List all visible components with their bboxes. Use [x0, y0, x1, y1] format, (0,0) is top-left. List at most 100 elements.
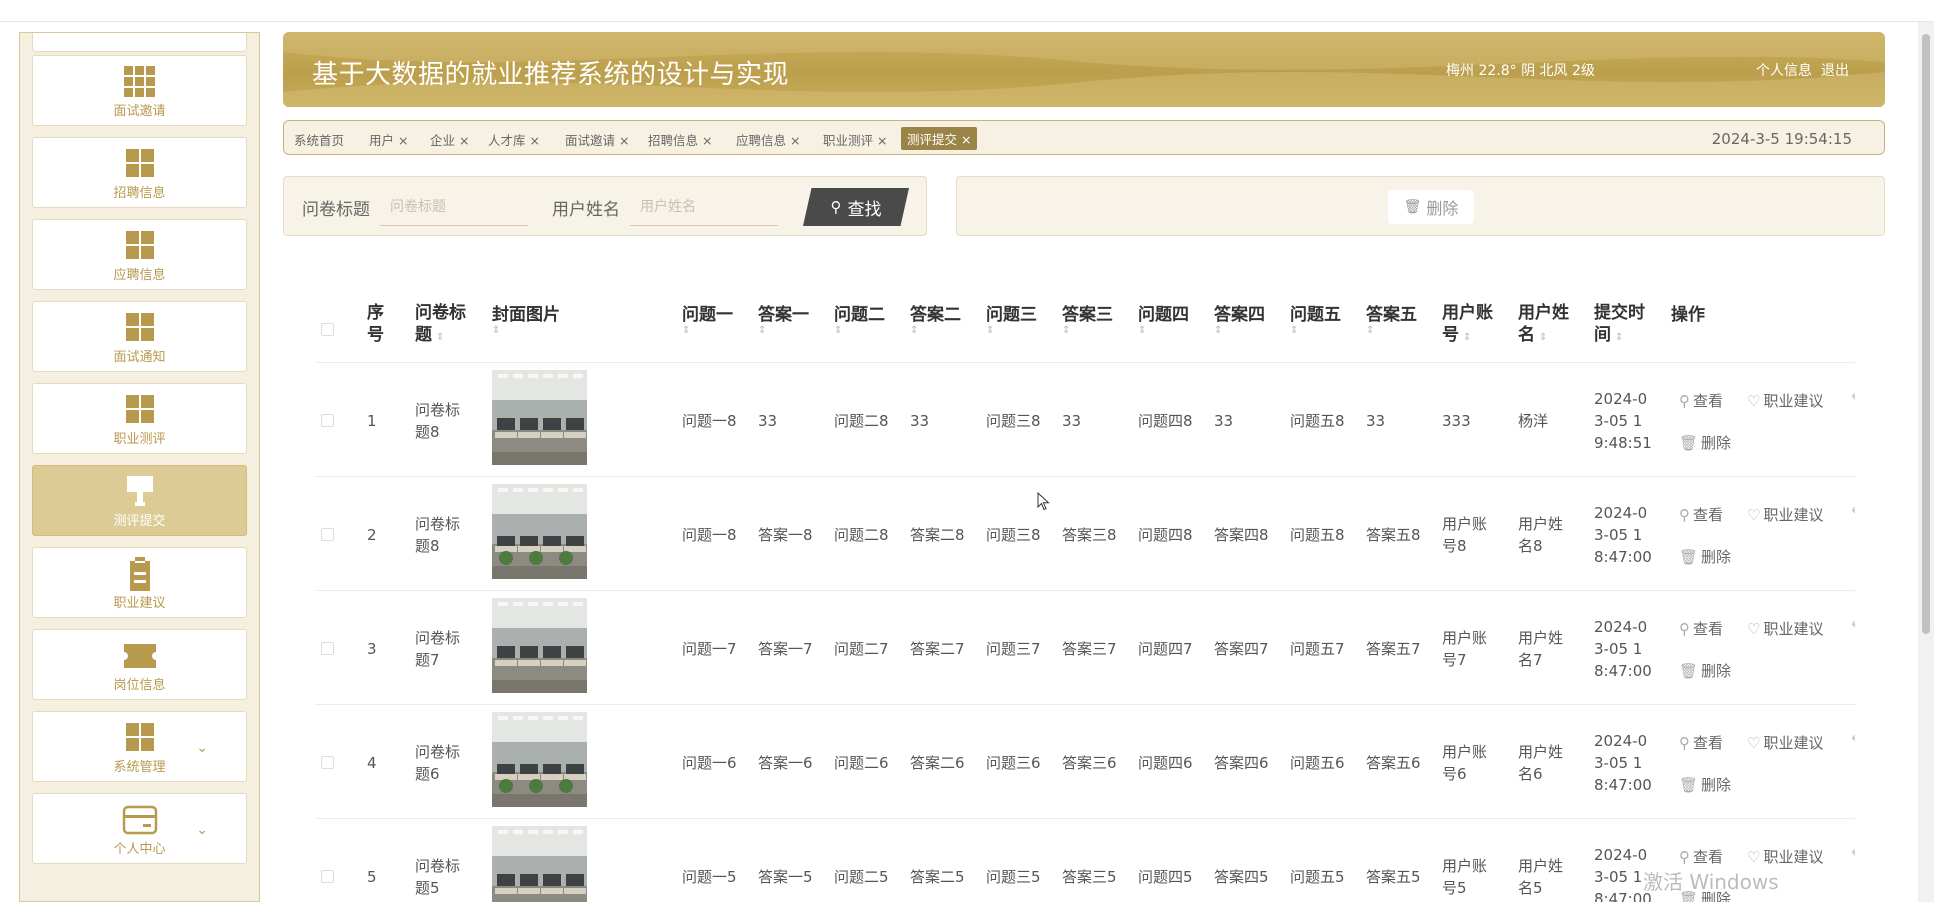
view-button[interactable]: ⚲ 查看: [1679, 732, 1723, 753]
sort-icon[interactable]: ⇕: [436, 333, 444, 343]
batch-delete-button[interactable]: 🗑 删除: [1388, 190, 1474, 224]
col-header-name[interactable]: 用户姓名 ⇕: [1518, 302, 1569, 346]
col-header-a5[interactable]: 答案五 ⇕: [1366, 304, 1417, 336]
sort-icon[interactable]: ⇕: [682, 326, 733, 336]
sort-icon[interactable]: ⇕: [834, 326, 885, 336]
col-header-q2[interactable]: 问题二 ⇕: [834, 304, 885, 336]
title-search-input[interactable]: [380, 188, 528, 226]
more-action-icon[interactable]: ✎: [1851, 732, 1855, 750]
table-row: 1 问卷标 题8 问题一8 33 问题二8 33 问题三8 33 问题四8 33 问题五8 33 333 杨…: [315, 364, 1855, 477]
tab-7[interactable]: 应聘信息 ×: [736, 130, 800, 149]
col-header-q1[interactable]: 问题一 ⇕: [682, 304, 733, 336]
col-header-q3[interactable]: 问题三 ⇕: [986, 304, 1037, 336]
sidebar-item-partial[interactable]: [32, 33, 247, 52]
sort-icon[interactable]: ⇕: [1062, 326, 1113, 336]
sort-icon[interactable]: ⇕: [492, 326, 560, 336]
col-header-a2[interactable]: 答案二 ⇕: [910, 304, 961, 336]
more-action-icon[interactable]: ✎: [1851, 846, 1855, 864]
col-header-a4[interactable]: 答案四 ⇕: [1214, 304, 1265, 336]
career-advice-button[interactable]: ♡ 职业建议: [1747, 618, 1823, 639]
col-header-q4[interactable]: 问题四 ⇕: [1138, 304, 1189, 336]
sidebar-item-7[interactable]: 职业建议: [32, 547, 247, 618]
sidebar-item-4[interactable]: 面试通知: [32, 301, 247, 372]
tab-4[interactable]: 人才库 ×: [488, 130, 540, 149]
view-label: 查看: [1693, 734, 1724, 752]
career-advice-button[interactable]: ♡ 职业建议: [1747, 846, 1823, 867]
tab-5[interactable]: 面试邀请 ×: [565, 130, 629, 149]
cell-q3: 问题三6: [986, 754, 1041, 772]
search-button[interactable]: ⚲ 查找: [803, 188, 909, 226]
row-checkbox[interactable]: [321, 528, 334, 541]
row-checkbox[interactable]: [321, 642, 334, 655]
sidebar-item-8[interactable]: 岗位信息: [32, 629, 247, 700]
col-header-q5[interactable]: 问题五 ⇕: [1290, 304, 1341, 336]
mouse-cursor-icon: [1037, 492, 1050, 511]
sort-icon[interactable]: ⇕: [1214, 326, 1265, 336]
view-button[interactable]: ⚲ 查看: [1679, 846, 1723, 867]
cell-account: 用户账 号6: [1442, 741, 1487, 785]
sidebar-item-5[interactable]: 职业测评: [32, 383, 247, 454]
delete-button[interactable]: 🗑 删除: [1679, 432, 1731, 453]
career-advice-button[interactable]: ♡ 职业建议: [1747, 504, 1823, 525]
select-all-checkbox[interactable]: [321, 323, 334, 336]
view-button[interactable]: ⚲ 查看: [1679, 504, 1723, 525]
cell-index: 5: [367, 868, 377, 886]
col-header-account[interactable]: 用户账号 ⇕: [1442, 302, 1493, 346]
scrollbar[interactable]: [1918, 22, 1934, 902]
user-info-link[interactable]: 个人信息: [1756, 60, 1812, 80]
tab-8[interactable]: 职业测评 ×: [823, 130, 887, 149]
tab-1[interactable]: 系统首页: [294, 130, 344, 149]
delete-button[interactable]: 🗑 删除: [1679, 660, 1731, 681]
sidebar-item-10[interactable]: 个人中心 ⌄: [32, 793, 247, 864]
cell-a1: 答案一6: [758, 754, 813, 772]
col-header-a3[interactable]: 答案三 ⇕: [1062, 304, 1113, 336]
sidebar-item-2[interactable]: 招聘信息: [32, 137, 247, 208]
sort-icon[interactable]: ⇕: [1290, 326, 1341, 336]
career-advice-button[interactable]: ♡ 职业建议: [1747, 732, 1823, 753]
sidebar-item-6[interactable]: 测评提交: [32, 465, 247, 536]
delete-button[interactable]: 🗑 删除: [1679, 546, 1731, 567]
more-action-icon[interactable]: ✎: [1851, 618, 1855, 636]
cell-line: 2024-0: [1594, 618, 1648, 636]
sort-icon[interactable]: ⇕: [1138, 326, 1189, 336]
tab-6[interactable]: 招聘信息 ×: [648, 130, 712, 149]
row-checkbox[interactable]: [321, 870, 334, 883]
sort-icon[interactable]: ⇕: [1539, 333, 1547, 343]
sort-icon[interactable]: ⇕: [758, 326, 809, 336]
row-checkbox[interactable]: [321, 756, 334, 769]
view-button[interactable]: ⚲ 查看: [1679, 618, 1723, 639]
username-search-input[interactable]: [630, 188, 778, 226]
col-header-a1[interactable]: 答案一 ⇕: [758, 304, 809, 336]
grid4-icon: [121, 720, 159, 756]
cell-a3: 33: [1062, 412, 1082, 430]
sort-icon[interactable]: ⇕: [1366, 326, 1417, 336]
cover-image: [492, 484, 587, 579]
sort-icon[interactable]: ⇕: [1463, 333, 1471, 343]
col-header-image[interactable]: 封面图片 ⇕: [492, 304, 560, 336]
row-checkbox[interactable]: [321, 414, 334, 427]
more-action-icon[interactable]: ✎: [1851, 504, 1855, 522]
col-header-time[interactable]: 提交时间 ⇕: [1594, 302, 1645, 346]
sort-icon[interactable]: ⇕: [910, 326, 961, 336]
sort-icon[interactable]: ⇕: [986, 326, 1037, 336]
logout-link[interactable]: 退出: [1821, 60, 1849, 80]
more-action-icon[interactable]: ✎: [1851, 390, 1855, 408]
delete-button[interactable]: 🗑 删除: [1679, 774, 1731, 795]
career-advice-button[interactable]: ♡ 职业建议: [1747, 390, 1823, 411]
sidebar-item-3[interactable]: 应聘信息: [32, 219, 247, 290]
sidebar-item-1[interactable]: 面试邀请: [32, 55, 247, 126]
col-header-title[interactable]: 问卷标题 ⇕: [415, 302, 466, 346]
cover-image: [492, 826, 587, 902]
col-header-text: 题: [415, 325, 432, 345]
sidebar-item-9[interactable]: 系统管理 ⌄: [32, 711, 247, 782]
windows-activation-watermark: 激活 Windows: [1643, 870, 1779, 894]
tab-3[interactable]: 企业 ×: [430, 130, 469, 149]
cell-line: 8:47:00: [1594, 776, 1652, 794]
sort-icon[interactable]: ⇕: [1615, 333, 1623, 343]
tab-9[interactable]: 测评提交 ×: [901, 127, 978, 150]
advice-label: 职业建议: [1763, 848, 1824, 866]
cell-line: 9:48:51: [1594, 434, 1652, 452]
view-button[interactable]: ⚲ 查看: [1679, 390, 1723, 411]
tab-2[interactable]: 用户 ×: [369, 130, 408, 149]
scrollbar-thumb[interactable]: [1922, 34, 1930, 634]
